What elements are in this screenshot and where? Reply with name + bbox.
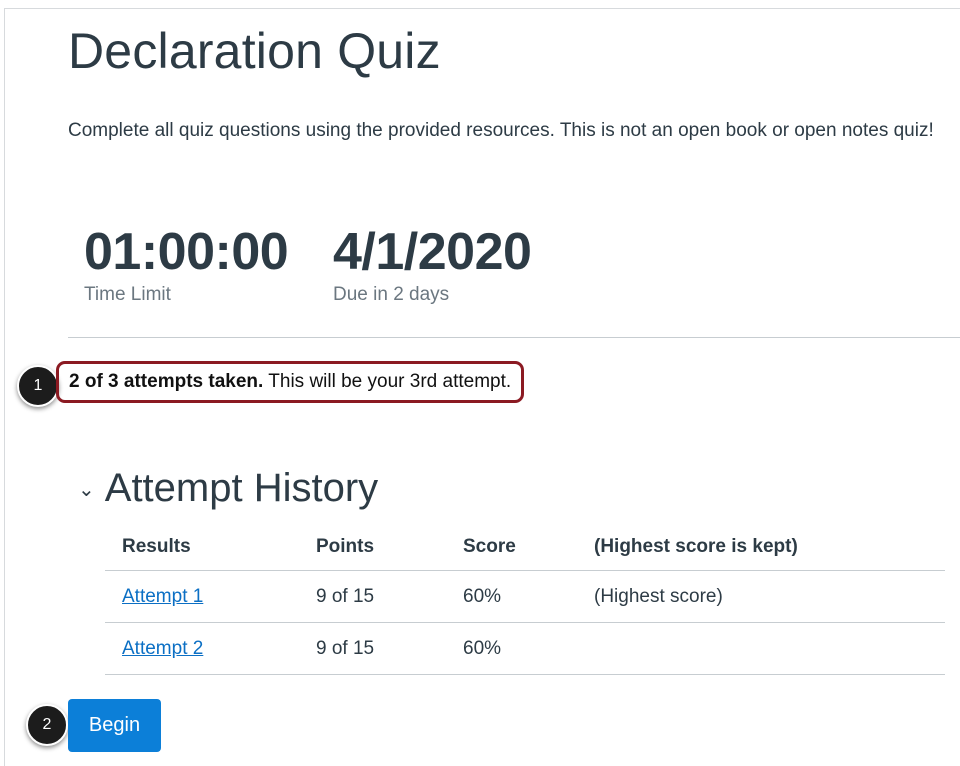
begin-button[interactable]: Begin [68,699,161,752]
due-date-label: Due in 2 days [333,284,450,305]
column-header-results: Results [105,523,299,571]
score-cell: 60% [446,570,577,623]
column-header-points: Points [299,523,446,571]
note-cell: (Highest score) [577,570,945,623]
section-divider [68,337,960,338]
due-date-value: 4/1/2020 [333,223,532,281]
attempt-history-title: Attempt History [104,466,379,510]
chevron-down-icon[interactable]: ⌄ [78,477,95,502]
column-header-score: Score [446,523,577,571]
points-cell: 9 of 15 [299,622,446,675]
score-cell: 60% [446,622,577,675]
callout-badge-1: 1 [17,365,59,407]
due-date-stat: 4/1/2020 Due in 2 days [333,222,532,306]
points-cell: 9 of 15 [299,570,446,623]
quiz-page: Declaration Quiz Complete all quiz quest… [0,0,960,766]
frame-border-top [4,8,960,9]
table-row: Attempt 1 9 of 15 60% (Highest score) [105,570,945,623]
table-header-row: Results Points Score (Highest score is k… [105,523,945,571]
attempt-1-link[interactable]: Attempt 1 [122,586,203,607]
frame-border-left [4,8,5,766]
attempts-taken-text: 2 of 3 attempts taken. [69,371,264,392]
note-cell [577,622,945,675]
time-limit-label: Time Limit [84,284,171,305]
attempt-history-heading[interactable]: ⌄ Attempt History [78,466,378,511]
time-limit-stat: 01:00:00 Time Limit [84,222,289,306]
page-title: Declaration Quiz [68,23,441,79]
attempt-history-table: Results Points Score (Highest score is k… [105,523,945,675]
next-attempt-text: This will be your 3rd attempt. [268,371,512,392]
attempts-status: 2 of 3 attempts taken. This will be your… [56,361,525,403]
result-cell: Attempt 2 [105,622,299,675]
time-limit-value: 01:00:00 [84,223,289,281]
column-header-note: (Highest score is kept) [577,523,945,571]
attempt-2-link[interactable]: Attempt 2 [122,638,203,659]
callout-badge-2: 2 [26,704,68,746]
result-cell: Attempt 1 [105,570,299,623]
quiz-description: Complete all quiz questions using the pr… [68,120,934,141]
table-row: Attempt 2 9 of 15 60% [105,622,945,675]
